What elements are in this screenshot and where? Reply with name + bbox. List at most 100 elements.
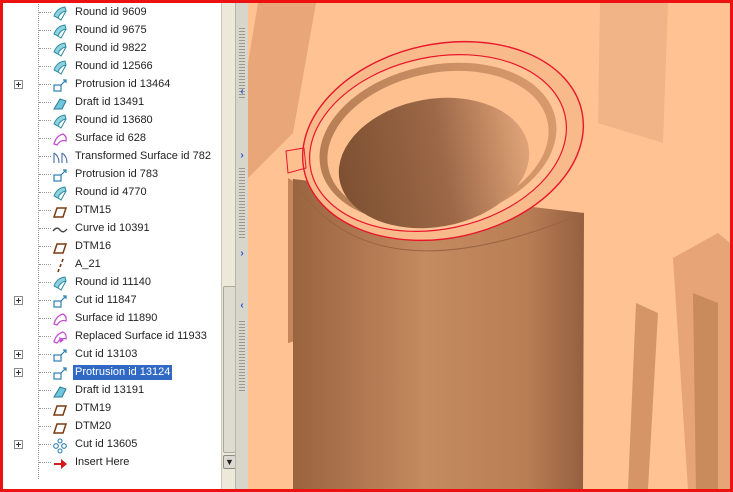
tree-connector-line (39, 12, 51, 13)
tree-connector-line (39, 246, 51, 247)
round-icon (53, 42, 67, 57)
datum-plane-icon (52, 423, 68, 434)
tree-item-label: Draft id 13491 (75, 96, 145, 108)
tree-item[interactable]: Round id 9609 (3, 4, 221, 22)
expand-right-icon[interactable]: › (236, 248, 248, 259)
tree-item-label: Cut id 13605 (75, 438, 138, 450)
tree-connector-line (39, 156, 51, 157)
protrusion-icon (53, 79, 67, 92)
tree-item[interactable]: DTM15 (3, 202, 221, 220)
expand-toggle-icon[interactable] (14, 80, 23, 89)
tree-item[interactable]: Transformed Surface id 782 (3, 148, 221, 166)
tree-item[interactable]: Round id 9675 (3, 22, 221, 40)
tree-item-label: Round id 4770 (75, 186, 147, 198)
expand-toggle-icon[interactable] (14, 350, 23, 359)
tree-item-label: Cut id 11847 (75, 294, 137, 306)
tree-item[interactable]: Surface id 628 (3, 130, 221, 148)
tree-item[interactable]: Cut id 13103 (3, 346, 221, 364)
tree-item[interactable]: Cut id 11847 (3, 292, 221, 310)
tree-connector-line (39, 210, 51, 211)
round-icon (53, 186, 67, 201)
tree-item-label: Draft id 13191 (75, 384, 145, 396)
panel-splitter[interactable]: ‹ › › ‹ (235, 3, 249, 489)
insert-here-icon (54, 459, 67, 469)
round-icon (53, 114, 67, 129)
splitter-grip-icon (239, 168, 245, 238)
tree-item[interactable]: A_21 (3, 256, 221, 274)
draft-icon (53, 386, 67, 398)
draft-icon (53, 98, 67, 110)
round-icon (53, 24, 67, 39)
round-icon (53, 276, 67, 291)
tree-item[interactable]: Draft id 13191 (3, 382, 221, 400)
tree-connector-line (39, 462, 51, 463)
tree-item[interactable]: Insert Here (3, 454, 221, 472)
tree-connector-line (39, 192, 51, 193)
tree-item[interactable]: DTM16 (3, 238, 221, 256)
expand-toggle-icon[interactable] (14, 368, 23, 377)
tree-item-label: Round id 13680 (75, 114, 153, 126)
collapse-left-icon[interactable]: ‹ (236, 86, 248, 97)
tree-item-label: Protrusion id 13124 (73, 365, 173, 380)
tree-item[interactable]: Round id 13680 (3, 112, 221, 130)
cut-icon (53, 295, 67, 308)
tree-item[interactable]: DTM19 (3, 400, 221, 418)
tree-item-label: Round id 9609 (75, 6, 147, 18)
tree-item[interactable]: Round id 11140 (3, 274, 221, 292)
pattern-cut-icon (53, 438, 67, 454)
tree-item-label: Surface id 628 (75, 132, 146, 144)
tree-item[interactable]: DTM20 (3, 418, 221, 436)
collapse-left-icon[interactable]: ‹ (236, 300, 248, 311)
tree-item[interactable]: Curve id 10391 (3, 220, 221, 238)
tree-item-label: DTM20 (75, 420, 112, 432)
tree-item[interactable]: Replaced Surface id 11933 (3, 328, 221, 346)
tree-item-label: Curve id 10391 (75, 222, 150, 234)
tree-item[interactable]: Draft id 13491 (3, 94, 221, 112)
tree-connector-line (39, 174, 51, 175)
tree-item[interactable]: Surface id 11890 (3, 310, 221, 328)
tree-item-label: Transformed Surface id 782 (75, 150, 211, 162)
transformed-surface-icon (53, 152, 68, 164)
tree-item-label: Replaced Surface id 11933 (75, 330, 207, 342)
3d-graphics-window[interactable] (248, 3, 730, 489)
tree-connector-line (39, 120, 51, 121)
tree-item-label: DTM16 (75, 240, 112, 252)
tree-connector-line (39, 282, 51, 283)
round-icon (53, 6, 67, 21)
datum-plane-icon (52, 207, 68, 218)
tree-vertical-scrollbar[interactable]: ▼ (221, 3, 236, 489)
tree-item-label: DTM15 (75, 204, 112, 216)
tree-connector-line (39, 318, 51, 319)
tree-item[interactable]: Cut id 13605 (3, 436, 221, 454)
tree-item[interactable]: Protrusion id 13124 (3, 364, 221, 382)
tree-item[interactable]: Protrusion id 13464 (3, 76, 221, 94)
tree-item-label: Round id 11140 (75, 276, 152, 288)
tree-connector-line (39, 138, 51, 139)
tree-item-label: Round id 9822 (75, 42, 147, 54)
tree-item[interactable]: Round id 4770 (3, 184, 221, 202)
expand-toggle-icon[interactable] (14, 440, 23, 449)
tree-connector-line (39, 408, 51, 409)
tree-item[interactable]: Protrusion id 783 (3, 166, 221, 184)
tree-item-label: Protrusion id 13464 (75, 78, 171, 90)
expand-right-icon[interactable]: › (236, 150, 248, 161)
surface-icon (53, 133, 67, 146)
tree-connector-line (39, 228, 51, 229)
tree-connector-line (39, 336, 51, 337)
tree-item-label: Surface id 11890 (75, 312, 158, 324)
tree-connector-line (39, 390, 51, 391)
cad-model-render[interactable] (248, 3, 730, 489)
expand-toggle-icon[interactable] (14, 296, 23, 305)
tree-item[interactable]: Round id 9822 (3, 40, 221, 58)
tree-connector-line (39, 30, 51, 31)
tree-item[interactable]: Round id 12566 (3, 58, 221, 76)
model-tree[interactable]: Round id 9609 Round id 9675 Round id 9822 R… (3, 3, 221, 489)
protrusion-icon (53, 169, 67, 182)
datum-axis-icon (57, 258, 64, 273)
datum-plane-icon (52, 243, 68, 254)
tree-connector-line (39, 264, 51, 265)
tree-item-label: Round id 9675 (75, 24, 147, 36)
tree-connector-line (39, 426, 51, 427)
tree-connector-line (39, 372, 51, 373)
replaced-surface-icon (53, 331, 67, 344)
